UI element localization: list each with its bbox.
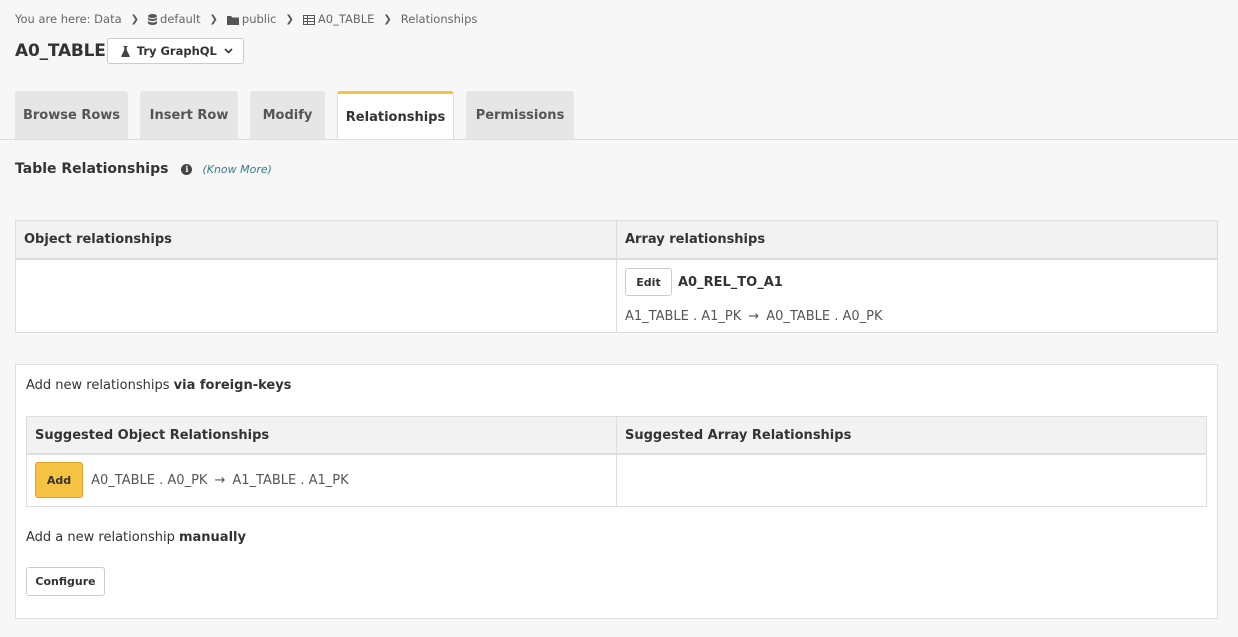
tab-modify[interactable]: Modify (250, 91, 325, 139)
relationship-mapping: A1_TABLE . A1_PK → A0_TABLE . A0_PK (625, 309, 883, 324)
chevron-right-icon: ❯ (383, 13, 392, 25)
breadcrumb-item-public[interactable]: public (226, 12, 277, 26)
info-icon[interactable]: i (181, 163, 193, 175)
array-relationships-cell: Edit A0_REL_TO_A1 A1_TABLE . A1_PK → A0_TA… (616, 258, 1218, 333)
section-title: Table Relationships i (Know More) (15, 161, 272, 177)
folder-icon (226, 15, 239, 25)
tab-relationships[interactable]: Relationships (337, 91, 454, 140)
edit-relationship-button[interactable]: Edit (625, 268, 672, 296)
suggested-object-header: Suggested Object Relationships (26, 416, 617, 455)
tab-bar: Browse Rows Insert Row Modify Relationsh… (15, 91, 1238, 140)
try-graphql-label: Try GraphQL (136, 44, 217, 58)
arrow-right-icon: → (748, 309, 760, 324)
tab-browse-rows[interactable]: Browse Rows (15, 91, 128, 139)
breadcrumb-item-current: Relationships (400, 12, 478, 26)
foreign-key-panel: Add new relationships via foreign-keys S… (15, 364, 1218, 619)
tab-permissions[interactable]: Permissions (466, 91, 574, 139)
table-row: Add A0_TABLE . A0_PK → A1_TABLE . A1_PK (26, 453, 1207, 507)
breadcrumb-item-default[interactable]: default (148, 12, 201, 26)
table-icon (302, 14, 315, 25)
chevron-right-icon: ❯ (209, 13, 218, 25)
breadcrumb: You are here: Data ❯ default ❯ public ❯ … (15, 12, 477, 26)
tab-insert-row[interactable]: Insert Row (140, 91, 238, 139)
relationship-name: A0_REL_TO_A1 (678, 274, 783, 290)
chevron-right-icon: ❯ (130, 13, 140, 25)
database-icon (148, 14, 158, 25)
foreign-key-heading: Add new relationships via foreign-keys (26, 378, 292, 393)
object-relationships-cell (15, 258, 617, 333)
tab-divider (0, 139, 1238, 140)
suggestion-mapping: A0_TABLE . A0_PK → A1_TABLE . A1_PK (91, 472, 349, 488)
section-title-text: Table Relationships (15, 161, 169, 177)
flask-icon (121, 45, 130, 57)
breadcrumb-prefix[interactable]: You are here: Data (15, 12, 122, 26)
title-row: A0_TABLE Try GraphQL (15, 38, 244, 64)
arrow-right-icon: → (214, 472, 226, 488)
suggested-array-cell (616, 453, 1207, 507)
chevron-right-icon: ❯ (285, 13, 294, 25)
chevron-down-icon (224, 48, 233, 54)
array-relationships-header: Array relationships (616, 220, 1218, 260)
know-more-link[interactable]: (Know More) (202, 163, 272, 176)
relationships-table: Object relationships Array relationships… (15, 220, 1218, 333)
object-relationships-header: Object relationships (15, 220, 617, 260)
configure-button[interactable]: Configure (26, 567, 105, 596)
try-graphql-button[interactable]: Try GraphQL (106, 38, 244, 64)
table-row: Edit A0_REL_TO_A1 A1_TABLE . A1_PK → A0_TA… (15, 258, 1218, 333)
suggested-relationships-table: Suggested Object Relationships Suggested… (26, 416, 1207, 507)
add-suggestion-button[interactable]: Add (35, 462, 83, 499)
page-title: A0_TABLE (15, 41, 106, 61)
suggested-array-header: Suggested Array Relationships (616, 416, 1207, 455)
manual-relationship-heading: Add a new relationship manually (26, 530, 246, 545)
suggested-object-cell: Add A0_TABLE . A0_PK → A1_TABLE . A1_PK (26, 453, 617, 507)
breadcrumb-item-table[interactable]: A0_TABLE (302, 12, 374, 26)
